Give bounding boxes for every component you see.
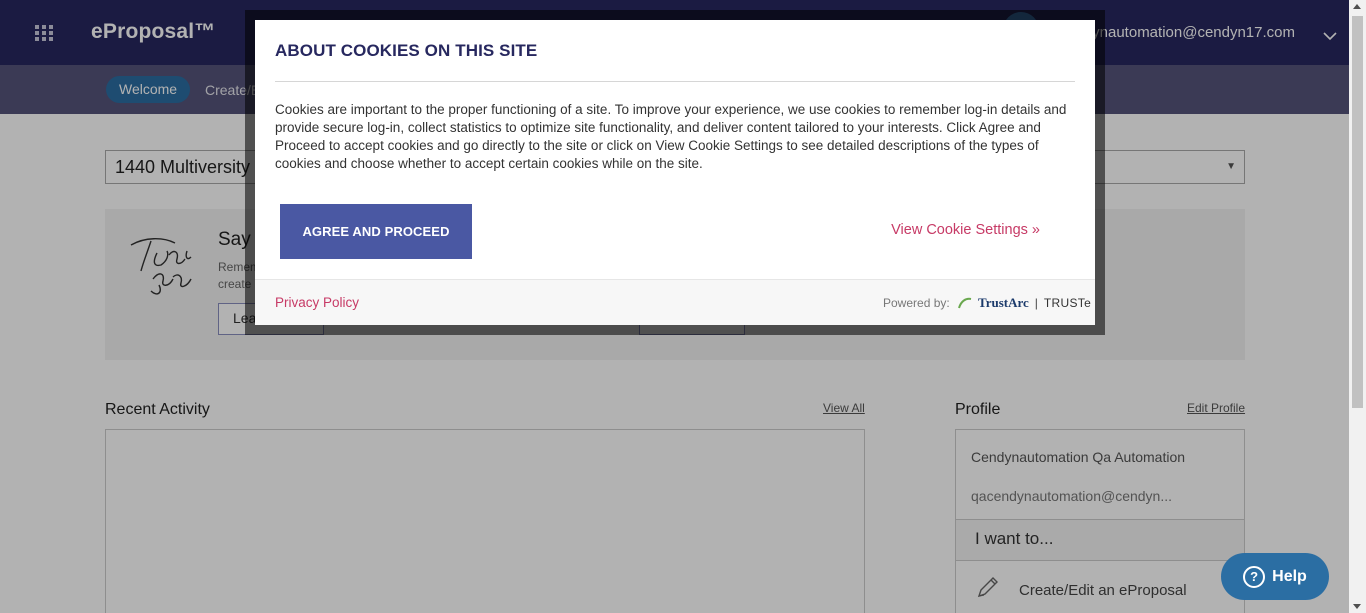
truste-wordmark: TRUSTe (1043, 296, 1092, 310)
trustarc-logo[interactable]: TrustArc | TRUSTe (958, 295, 1091, 311)
question-mark-icon: ? (1243, 565, 1266, 588)
page-scrollbar[interactable] (1349, 0, 1366, 613)
cookie-dialog-body: Cookies are important to the proper func… (275, 102, 1067, 171)
cookie-consent-dialog: ABOUT COOKIES ON THIS SITE Cookies are i… (255, 20, 1095, 325)
scrollbar-thumb[interactable] (1352, 16, 1363, 408)
trustarc-arc-icon (958, 297, 972, 309)
scroll-down-arrow-icon[interactable] (1353, 604, 1361, 609)
trustarc-separator: | (1034, 296, 1038, 310)
agree-and-proceed-button[interactable]: AGREE AND PROCEED (280, 204, 472, 259)
privacy-policy-link[interactable]: Privacy Policy (275, 295, 359, 310)
help-button[interactable]: ? Help (1221, 553, 1329, 600)
divider (275, 81, 1075, 82)
trustarc-wordmark: TrustArc (978, 295, 1029, 310)
powered-by-label: Powered by: (883, 296, 950, 310)
cookie-dialog-footer: Privacy Policy Powered by: TrustArc | TR… (255, 279, 1095, 325)
help-label: Help (1272, 567, 1307, 585)
scroll-up-arrow-icon[interactable] (1353, 4, 1361, 9)
cookie-dialog-title: ABOUT COOKIES ON THIS SITE (275, 41, 538, 60)
view-cookie-settings-link[interactable]: View Cookie Settings » (891, 222, 1040, 238)
